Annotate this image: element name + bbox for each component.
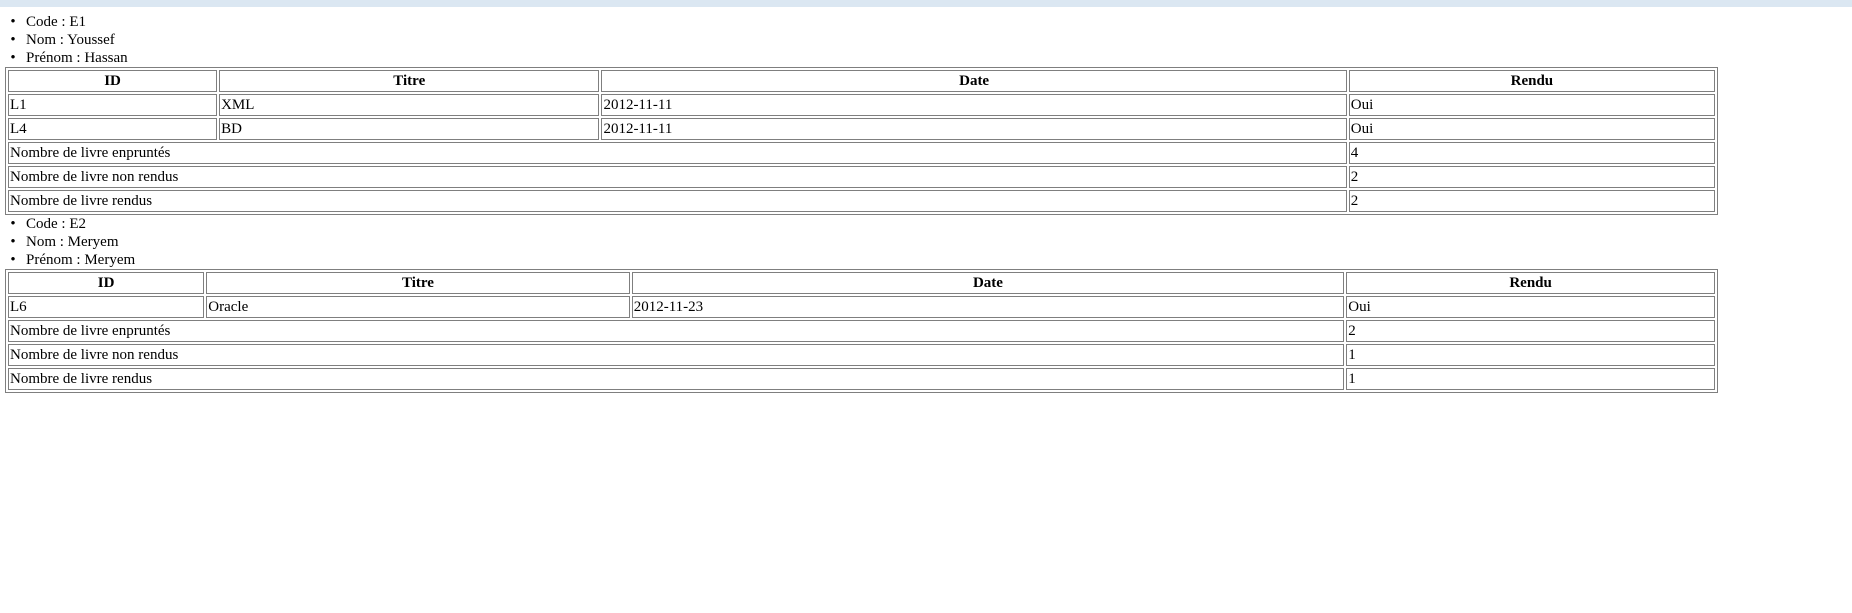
column-header-rendu: Rendu [1346, 272, 1715, 294]
summary-label: Nombre de livre rendus [8, 368, 1345, 390]
summary-label: Nombre de livre rendus [8, 190, 1347, 212]
loans-table: ID Titre Date Rendu L1 XML 2012-11-11 Ou… [5, 67, 1718, 215]
table-header-row: ID Titre Date Rendu [8, 70, 1715, 92]
table-header-row: ID Titre Date Rendu [8, 272, 1715, 294]
student-code: Code : E2 [26, 216, 86, 232]
column-header-titre: Titre [206, 272, 630, 294]
bullet-icon: • [10, 252, 16, 268]
summary-value: 2 [1348, 190, 1715, 212]
cell-rendu: Oui [1348, 94, 1715, 116]
cell-date: 2012-11-11 [601, 94, 1347, 116]
summary-row-borrowed: Nombre de livre enpruntés 4 [8, 142, 1715, 164]
student-prenom-item: • Prénom : Meryem [5, 251, 1852, 269]
table-row: L4 BD 2012-11-11 Oui [8, 118, 1715, 140]
browser-top-edge [0, 0, 1852, 7]
summary-row-returned: Nombre de livre rendus 2 [8, 190, 1715, 212]
cell-rendu: Oui [1346, 296, 1715, 318]
bullet-icon: • [10, 32, 16, 48]
summary-value: 1 [1346, 368, 1715, 390]
summary-label: Nombre de livre non rendus [8, 344, 1345, 366]
student-prenom: Prénom : Meryem [26, 252, 136, 268]
student-nom-item: • Nom : Meryem [5, 233, 1852, 251]
page-content: • Code : E1 • Nom : Youssef • Prénom : Hass… [0, 7, 1852, 393]
student-info-list: • Code : E2 • Nom : Meryem • Prénom : Merye… [5, 215, 1852, 269]
summary-row-returned: Nombre de livre rendus 1 [8, 368, 1715, 390]
cell-rendu: Oui [1348, 118, 1715, 140]
student-code-item: • Code : E1 [5, 13, 1852, 31]
column-header-date: Date [601, 70, 1347, 92]
column-header-date: Date [631, 272, 1345, 294]
cell-date: 2012-11-11 [601, 118, 1347, 140]
summary-row-not-returned: Nombre de livre non rendus 1 [8, 344, 1715, 366]
summary-value: 2 [1346, 320, 1715, 342]
column-header-titre: Titre [219, 70, 600, 92]
cell-id: L1 [8, 94, 218, 116]
column-header-id: ID [8, 272, 205, 294]
table-row: L1 XML 2012-11-11 Oui [8, 94, 1715, 116]
summary-value: 4 [1348, 142, 1715, 164]
column-header-rendu: Rendu [1348, 70, 1715, 92]
student-code: Code : E1 [26, 14, 86, 30]
summary-row-not-returned: Nombre de livre non rendus 2 [8, 166, 1715, 188]
student-nom: Nom : Youssef [26, 32, 115, 48]
column-header-id: ID [8, 70, 218, 92]
summary-value: 1 [1346, 344, 1715, 366]
bullet-icon: • [10, 14, 16, 30]
student-info-list: • Code : E1 • Nom : Youssef • Prénom : Hass… [5, 13, 1852, 67]
summary-value: 2 [1348, 166, 1715, 188]
cell-date: 2012-11-23 [631, 296, 1345, 318]
summary-label: Nombre de livre enpruntés [8, 320, 1345, 342]
student-prenom: Prénom : Hassan [26, 50, 128, 66]
student-nom: Nom : Meryem [26, 234, 119, 250]
summary-label: Nombre de livre non rendus [8, 166, 1347, 188]
bullet-icon: • [10, 234, 16, 250]
cell-titre: BD [219, 118, 600, 140]
summary-label: Nombre de livre enpruntés [8, 142, 1347, 164]
student-nom-item: • Nom : Youssef [5, 31, 1852, 49]
summary-row-borrowed: Nombre de livre enpruntés 2 [8, 320, 1715, 342]
cell-titre: Oracle [206, 296, 630, 318]
loans-table: ID Titre Date Rendu L6 Oracle 2012-11-23… [5, 269, 1718, 393]
student-code-item: • Code : E2 [5, 215, 1852, 233]
table-row: L6 Oracle 2012-11-23 Oui [8, 296, 1715, 318]
cell-id: L4 [8, 118, 218, 140]
bullet-icon: • [10, 216, 16, 232]
bullet-icon: • [10, 50, 16, 66]
student-prenom-item: • Prénom : Hassan [5, 49, 1852, 67]
cell-id: L6 [8, 296, 205, 318]
cell-titre: XML [219, 94, 600, 116]
